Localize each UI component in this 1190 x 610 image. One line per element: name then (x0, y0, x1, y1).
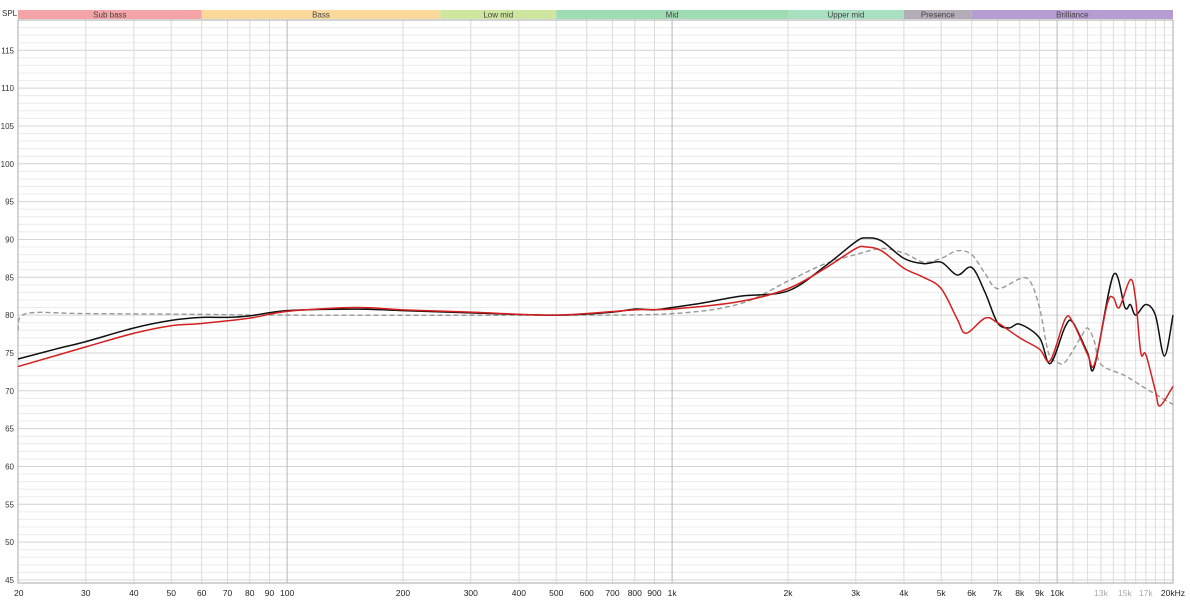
x-tick-label: 800 (628, 588, 642, 598)
y-tick-labels: 45 50 55 60 65 70 75 80 85 90 95 100 105 110 115 (1, 46, 15, 585)
x-tick-label: 80 (245, 588, 255, 598)
x-tick-label: 50 (166, 588, 176, 598)
y-tick-label: 50 (5, 538, 14, 547)
series-target-line (17, 247, 1174, 406)
x-tick-label: 9k (1035, 588, 1045, 598)
x-tick-label: 3k (851, 588, 861, 598)
band-label: Sub bass (93, 11, 126, 20)
band-label: Mid (666, 11, 679, 20)
y-tick-label: 105 (1, 122, 15, 131)
y-tick-label: 95 (5, 198, 14, 207)
y-tick-label: 110 (1, 84, 14, 93)
y-tick-label: 85 (5, 273, 14, 282)
band-label: Bass (312, 11, 330, 20)
y-tick-label: 100 (1, 160, 15, 169)
x-tick-label: 900 (647, 588, 661, 598)
grid (17, 19, 1174, 583)
band-label: Upper mid (827, 11, 864, 20)
plot-frame (17, 19, 1174, 584)
x-tick-label: 300 (464, 588, 478, 598)
x-tick-label: 100 (280, 588, 294, 598)
series (17, 237, 1174, 407)
x-tick-label: 4k (899, 588, 909, 598)
x-tick-label: 70 (223, 588, 233, 598)
y-tick-label: 90 (5, 235, 14, 244)
x-tick-label: 8k (1015, 588, 1025, 598)
frequency-bands: Sub bass Bass Low mid Mid Upper mid Presence B… (18, 10, 1173, 20)
band-label: Low mid (483, 11, 513, 20)
x-tick-label: 500 (549, 588, 563, 598)
x-tick-label: 15k (1118, 588, 1132, 598)
y-tick-label: 80 (5, 311, 14, 320)
y-tick-label: 65 (5, 425, 14, 434)
x-tick-label: 7k (993, 588, 1003, 598)
x-tick-labels: 20 30 40 50 60 70 80 90 100 200 300 400 500 600 700 800… (14, 588, 1185, 598)
x-tick-label: 5k (937, 588, 947, 598)
series-black-line (17, 237, 1174, 372)
x-tick-label: 1k (668, 588, 678, 598)
y-tick-label: 45 (5, 576, 14, 585)
y-tick-label: 75 (5, 349, 14, 358)
x-tick-label: 60 (197, 588, 207, 598)
x-tick-label: 400 (512, 588, 526, 598)
x-tick-label: 30 (81, 588, 91, 598)
y-tick-label: 60 (5, 462, 14, 471)
band-label: Presence (921, 11, 955, 20)
band-label: Brilliance (1056, 11, 1089, 20)
x-tick-label: 2k (784, 588, 794, 598)
y-tick-label: 115 (1, 46, 14, 55)
x-tick-label: 200 (396, 588, 410, 598)
x-tick-label: 20kHz (1161, 588, 1185, 598)
x-tick-label: 17k (1139, 588, 1153, 598)
x-tick-label: 90 (265, 588, 275, 598)
x-tick-label: 6k (967, 588, 977, 598)
y-tick-label: 55 (5, 500, 14, 509)
x-tick-label: 20 (14, 588, 24, 598)
x-tick-label: 700 (605, 588, 619, 598)
x-tick-label: 10k (1050, 588, 1064, 598)
y-axis-label: SPL (2, 9, 18, 18)
y-tick-label: 70 (5, 387, 14, 396)
x-tick-label: 600 (580, 588, 594, 598)
x-tick-label: 13k (1094, 588, 1108, 598)
frequency-response-chart: Sub bass Bass Low mid Mid Upper mid Presence B… (1, 9, 1185, 598)
x-tick-label: 40 (129, 588, 139, 598)
